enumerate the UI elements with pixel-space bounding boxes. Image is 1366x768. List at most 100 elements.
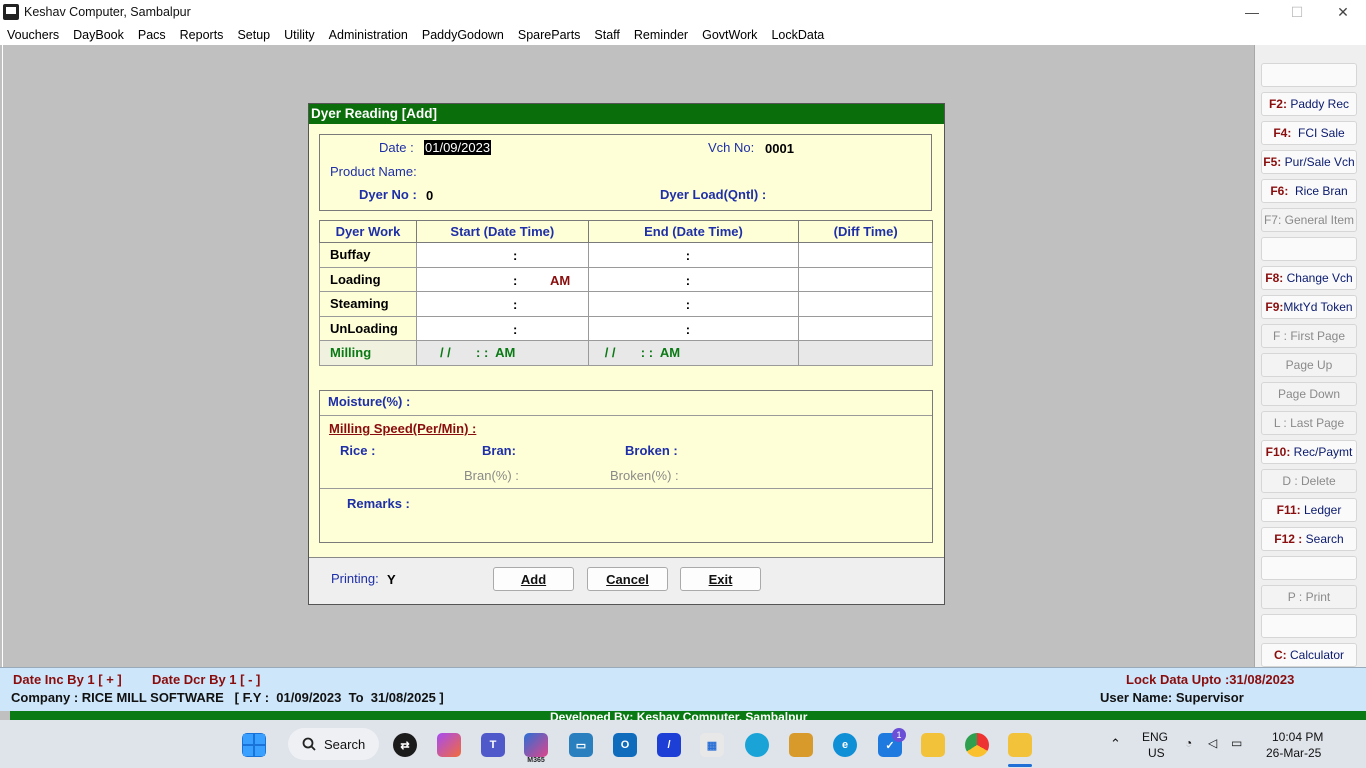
milling-start-cell[interactable]: / / : : AM <box>415 340 589 366</box>
active-app-indicator <box>1008 764 1032 767</box>
fci-sale-button[interactable]: F4: FCI Sale <box>1261 121 1357 145</box>
menu-staff[interactable]: Staff <box>594 28 619 42</box>
dyer-no-label: Dyer No : <box>359 187 417 202</box>
end-time-cell[interactable]: : <box>587 266 800 292</box>
start-time-cell[interactable]: : <box>415 315 589 341</box>
close-button[interactable]: ✕ <box>1320 0 1366 24</box>
broken-percent-label: Broken(%) : <box>610 468 679 483</box>
developer-banner: Developed By: Keshav Computer, Sambalpur <box>10 711 1366 720</box>
cancel-button-label: Cancel <box>606 571 649 587</box>
date-field[interactable]: 01/09/2023 <box>424 140 492 155</box>
button-label: General Item <box>1284 213 1355 227</box>
sidebar-blank-button <box>1261 237 1357 261</box>
rice-bran-button[interactable]: F6: Rice Bran <box>1261 179 1357 203</box>
notification-badge: 1 <box>892 728 906 742</box>
ledger-button[interactable]: F11: Ledger <box>1261 498 1357 522</box>
remote-app-icon[interactable]: ⇄ <box>393 733 417 757</box>
exit-button[interactable]: Exit <box>680 567 761 591</box>
rec-paymt-button[interactable]: F10: Rec/Paymt <box>1261 440 1357 464</box>
menu-paddygodown[interactable]: PaddyGodown <box>422 28 504 42</box>
printing-value[interactable]: Y <box>387 572 396 587</box>
m365-icon[interactable]: M365 <box>524 733 548 764</box>
taskbar-search[interactable]: Search <box>288 728 379 760</box>
key-label: F6: <box>1270 184 1289 198</box>
search-icon <box>302 737 316 751</box>
tray-chevron-icon[interactable]: ⌃ <box>1110 736 1121 752</box>
dyer-no-value[interactable]: 0 <box>426 188 433 203</box>
menu-administration[interactable]: Administration <box>329 28 408 42</box>
teams-icon[interactable]: T <box>481 733 505 757</box>
chrome-icon[interactable] <box>965 733 989 757</box>
menu-lockdata[interactable]: LockData <box>771 28 824 42</box>
delete-button: D : Delete <box>1261 469 1357 493</box>
cancel-button[interactable]: Cancel <box>587 567 668 591</box>
time-separator: : <box>512 272 518 288</box>
pur-sale-vch-button[interactable]: F5: Pur/Sale Vch <box>1261 150 1357 174</box>
minimize-button[interactable]: — <box>1229 0 1275 24</box>
volume-icon[interactable]: ◁ <box>1208 736 1217 750</box>
rice-label: Rice : <box>340 443 376 458</box>
change-vch-button[interactable]: F8: Change Vch <box>1261 266 1357 290</box>
windows-start-icon[interactable] <box>242 733 266 757</box>
product-name-label: Product Name: <box>330 164 417 179</box>
key-label: L : <box>1273 416 1287 430</box>
menu-utility[interactable]: Utility <box>284 28 315 42</box>
printing-label: Printing: <box>331 571 379 586</box>
edge-icon[interactable]: e <box>833 733 857 757</box>
store-icon[interactable]: ▦ <box>700 733 724 757</box>
rice-mill-app-icon[interactable] <box>1008 733 1032 757</box>
search-button[interactable]: F12 : Search <box>1261 527 1357 551</box>
print-button: P : Print <box>1261 585 1357 609</box>
menu-pacs[interactable]: Pacs <box>138 28 166 42</box>
exit-button-label: Exit <box>708 571 733 587</box>
vch-no-label: Vch No: <box>708 140 755 155</box>
wifi-icon[interactable]: ◔ <box>1185 736 1192 750</box>
paddy-rec-button[interactable]: F2: Paddy Rec <box>1261 92 1357 116</box>
dyer-load-label: Dyer Load(Qntl) : <box>660 187 767 202</box>
key-label: F8: <box>1265 271 1284 285</box>
maximize-button[interactable]: ☐ <box>1274 0 1320 24</box>
notes-app-icon[interactable] <box>789 733 813 757</box>
menu-daybook[interactable]: DayBook <box>73 28 124 42</box>
button-label: Page Up <box>1285 358 1333 372</box>
menu-spareparts[interactable]: SpareParts <box>518 28 581 42</box>
button-label: Search <box>1305 532 1344 546</box>
start-time-cell[interactable]: : <box>415 242 589 268</box>
battery-icon[interactable]: ▭ <box>1231 736 1242 750</box>
button-label: Pur/Sale Vch <box>1284 155 1355 169</box>
end-time-cell[interactable]: : <box>587 291 800 317</box>
divider <box>320 488 932 489</box>
app-icon[interactable]: / <box>657 733 681 757</box>
page-up-button: Page Up <box>1261 353 1357 377</box>
menu-reports[interactable]: Reports <box>180 28 224 42</box>
user-name: User Name: Supervisor <box>1100 690 1244 705</box>
monitor-app-icon[interactable]: ▭ <box>569 733 593 757</box>
milling-end-cell[interactable]: / / : : AM <box>587 340 800 366</box>
file-explorer-icon[interactable] <box>921 733 945 757</box>
start-time-cell[interactable]: : <box>415 291 589 317</box>
language-indicator[interactable]: ENG <box>1142 730 1168 744</box>
menu-setup[interactable]: Setup <box>237 28 270 42</box>
end-time-cell[interactable]: : <box>587 315 800 341</box>
end-time-cell[interactable]: : <box>587 242 800 268</box>
time-separator: : <box>512 248 518 263</box>
button-label: MktYd Token <box>1283 300 1353 314</box>
button-label: Last Page <box>1290 416 1345 430</box>
menu-govtwork[interactable]: GovtWork <box>702 28 757 42</box>
add-button-label: Add <box>520 571 547 587</box>
photos-icon[interactable] <box>745 733 769 757</box>
menu-reminder[interactable]: Reminder <box>634 28 688 42</box>
date-inc-hint: Date Inc By 1 [ + ] <box>13 672 122 687</box>
company-info: Company : RICE MILL SOFTWARE [ F.Y : 01/… <box>11 690 444 705</box>
start-time-cell[interactable]: : AM <box>415 266 589 292</box>
clock-time[interactable]: 10:04 PM <box>1272 730 1323 744</box>
menu-vouchers[interactable]: Vouchers <box>7 28 59 42</box>
copilot-icon[interactable] <box>437 733 461 757</box>
outlook-icon[interactable]: O <box>613 733 637 757</box>
calculator-button[interactable]: C: Calculator <box>1261 643 1357 667</box>
add-button[interactable]: Add <box>493 567 574 591</box>
time-separator: : <box>685 272 691 288</box>
row-label: Loading <box>319 266 417 292</box>
mktyd-token-button[interactable]: F9: MktYd Token <box>1261 295 1357 319</box>
key-label: D : <box>1282 474 1298 488</box>
